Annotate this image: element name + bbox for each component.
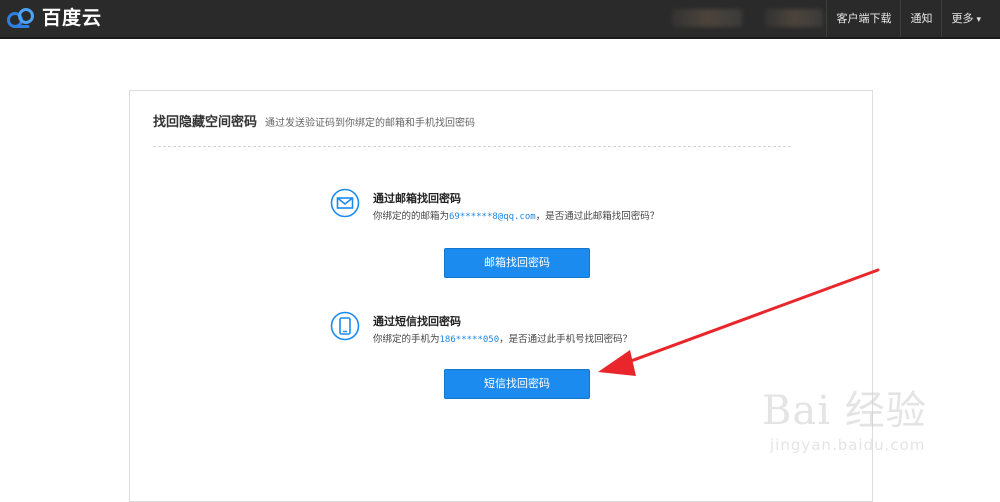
- bound-phone: 186*****050: [439, 335, 500, 345]
- baidu-jingyan-watermark: Bai 经验 jingyan.baidu.com: [762, 378, 992, 478]
- phone-icon: [330, 311, 360, 341]
- nav-notifications[interactable]: 通知: [900, 0, 941, 37]
- page-subtitle: 通过发送验证码到你绑定的邮箱和手机找回密码: [265, 118, 476, 129]
- chevron-down-icon: ▾: [976, 15, 981, 25]
- panel-header: 找回隐藏空间密码 通过发送验证码到你绑定的邮箱和手机找回密码: [153, 111, 475, 130]
- sms-desc-prefix: 你绑定的手机为: [373, 334, 440, 345]
- annotation-arrow: [598, 268, 880, 376]
- page-title: 找回隐藏空间密码: [153, 115, 258, 130]
- divider: [153, 146, 791, 147]
- email-desc-prefix: 你绑定的的邮箱为: [373, 211, 450, 222]
- email-option-title: 通过邮箱找回密码: [373, 192, 461, 205]
- nav-more[interactable]: 更多 ▾: [941, 0, 990, 37]
- logo-text: 百度云: [42, 7, 103, 29]
- bound-email: 69******8@qq.com: [449, 212, 536, 222]
- email-recover-button[interactable]: 邮箱找回密码: [444, 248, 590, 278]
- email-option-desc: 你绑定的的邮箱为69******8@qq.com，是否通过此邮箱找回密码？: [373, 208, 659, 222]
- nav-more-label: 更多: [951, 12, 974, 25]
- blurred-user-info-2: [765, 9, 823, 27]
- email-recovery-option: 通过邮箱找回密码 你绑定的的邮箱为69******8@qq.com，是否通过此邮…: [330, 188, 750, 228]
- top-nav: 客户端下载 通知 更多 ▾: [826, 0, 990, 37]
- cloud-logo-icon: [7, 8, 34, 28]
- blurred-user-info: [672, 9, 742, 27]
- top-bar: 百度云 客户端下载 通知 更多 ▾: [0, 0, 1000, 39]
- baidu-cloud-logo[interactable]: 百度云: [6, 5, 102, 31]
- email-desc-suffix: ，是否通过此邮箱找回密码？: [535, 211, 660, 222]
- watermark-sub: jingyan.baidu.com: [770, 436, 926, 454]
- sms-recover-button[interactable]: 短信找回密码: [444, 369, 590, 399]
- nav-client-download[interactable]: 客户端下载: [826, 0, 900, 37]
- watermark-main: Bai 经验: [762, 388, 927, 434]
- sms-option-title: 通过短信找回密码: [373, 315, 461, 328]
- mail-icon: [330, 188, 360, 218]
